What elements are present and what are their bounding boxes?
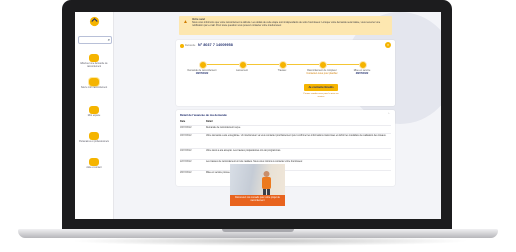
close-icon[interactable]: × xyxy=(385,42,391,48)
sidebar-item-suivi[interactable]: Suivre mon raccordement xyxy=(77,78,111,90)
sidebar-item-aide[interactable]: Aide et contact xyxy=(77,158,111,170)
step-2: Lancement xyxy=(236,69,248,72)
briefcase-icon xyxy=(89,132,99,140)
step-3: Travaux xyxy=(277,69,287,72)
search-icon: ⌕ xyxy=(107,37,110,42)
step-dot-5 xyxy=(359,61,367,69)
promo-card[interactable]: Découvrez nos conseils pour votre projet… xyxy=(230,164,285,206)
chevron-up-icon[interactable]: ⌃ xyxy=(387,112,390,116)
sidebar-item-partenaires[interactable]: Partenaires et professionnels xyxy=(77,132,111,144)
plug-icon xyxy=(89,54,99,62)
technician-image xyxy=(262,171,271,195)
laptop-screen: ⌕ Effectuer une demande de raccordement … xyxy=(75,12,441,219)
enedis-logo[interactable] xyxy=(89,16,100,27)
sidebar-item-demande[interactable]: Effectuer une demande de raccordement xyxy=(77,54,111,69)
tracking-icon xyxy=(89,78,99,86)
step-1: Demande de raccordement 18/07/2022 xyxy=(187,69,217,75)
table-row: 22/07/2022 Les travaux de raccordement o… xyxy=(180,159,391,170)
table-row: 28/07/2022 Mise en service prévue. Votre… xyxy=(180,170,391,181)
sidebar-search-input[interactable]: ⌕ xyxy=(78,36,112,44)
step-dot-2 xyxy=(239,61,247,69)
table-row: 18/07/2022 Demande de raccordement reçue… xyxy=(180,125,391,133)
sidebar-item-espace[interactable]: Mon espace xyxy=(77,106,111,118)
request-label: Demande xyxy=(185,44,196,47)
info-banner: ▲ Votre suivi Nous vous informons que vo… xyxy=(179,16,392,35)
request-id: N° 8037 7 14009958 xyxy=(198,43,233,47)
contact-button[interactable]: Je contacte Enedis xyxy=(304,84,338,91)
main-content: ▲ Votre suivi Nous vous informons que vo… xyxy=(113,12,441,219)
table-row: 19/07/2022 Votre devis a été accepté. Le… xyxy=(180,148,391,159)
promo-banner: Découvrez nos conseils pour votre projet… xyxy=(230,195,285,206)
step-4: Raccordement du compteur Contactez-nous … xyxy=(306,69,338,75)
warning-icon: ▲ xyxy=(183,19,188,25)
step-5: Mise en service 28/07/2022 xyxy=(353,69,371,75)
sidebar: ⌕ Effectuer une demande de raccordement … xyxy=(75,12,114,219)
promo-photo xyxy=(230,164,285,195)
laptop-notch xyxy=(222,229,294,232)
request-card: Demande N° 8037 7 14009958 × Demande de … xyxy=(176,40,395,106)
step-dot-4 xyxy=(319,61,327,69)
banner-text: Nous vous informons que votre raccordeme… xyxy=(192,20,381,27)
step-dot-1 xyxy=(199,61,207,69)
details-title: Détail de l'avancée de ma demande xyxy=(180,113,227,117)
details-panel: Détail de l'avancée de ma demande ⌃ Date… xyxy=(176,110,395,186)
details-header: Date Détail xyxy=(180,120,213,123)
user-icon xyxy=(89,106,99,114)
help-icon xyxy=(89,158,99,166)
step-dot-3 xyxy=(279,61,287,69)
request-icon xyxy=(180,44,184,48)
table-row: 18/07/2022 Votre demande a été enregistr… xyxy=(180,133,391,148)
contact-note: Prenez rendez-vous pour la mise en servi… xyxy=(303,93,339,98)
